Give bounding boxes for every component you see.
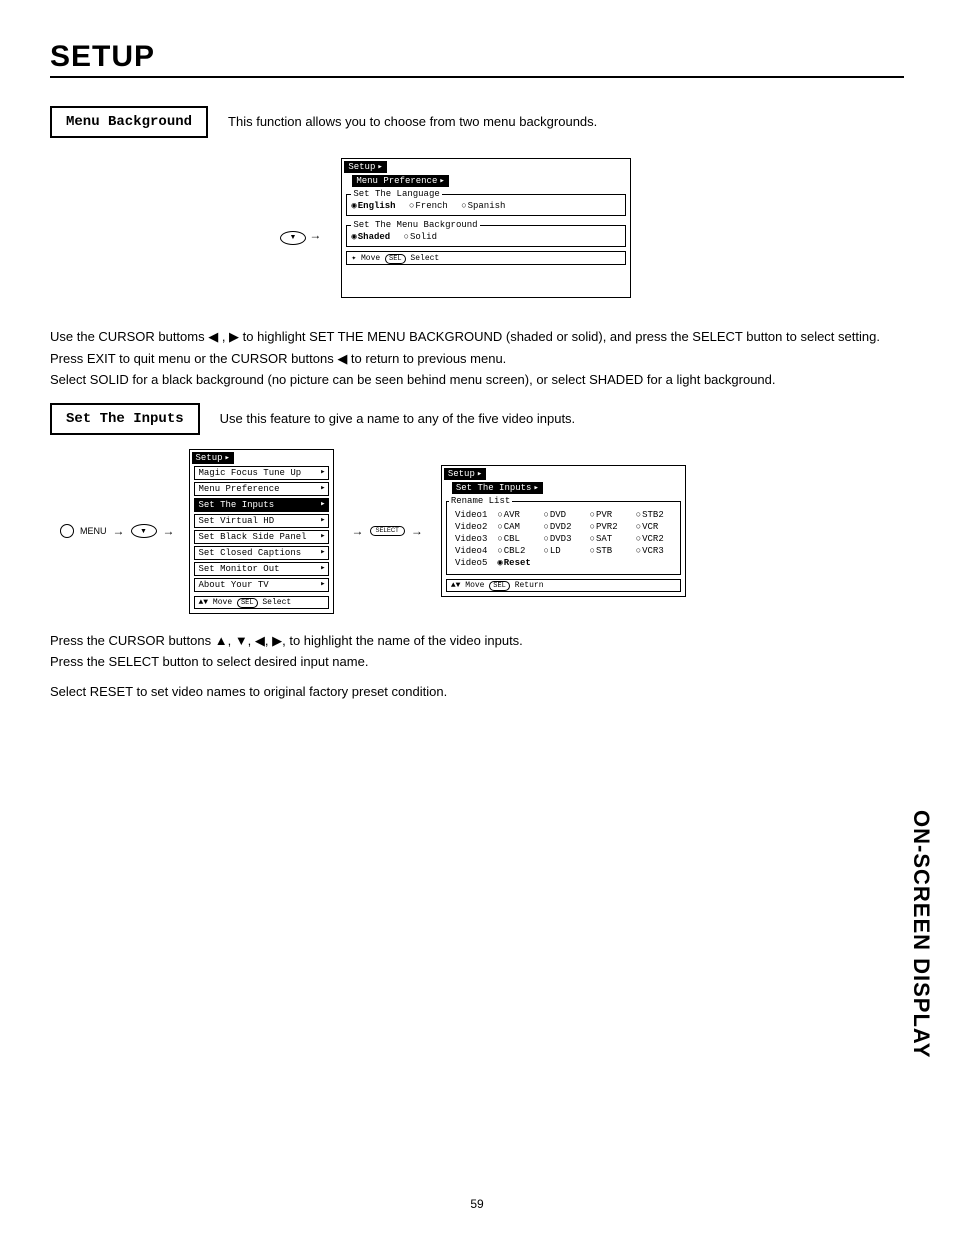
instruction-4: Press the CURSOR buttons ▲, ▼, ◀, ▶, to … [50, 632, 904, 650]
radio-french[interactable]: French [409, 201, 448, 211]
arrow-right-icon: → [411, 524, 423, 538]
sel-button-icon: SEL [489, 581, 510, 591]
remote-menu-label: MENU [80, 526, 107, 536]
section-desc-menu-background: This function allows you to choose from … [228, 106, 597, 129]
osd-subtitle: Menu Preference [352, 175, 448, 187]
footer-move: Move [465, 581, 484, 590]
sel-button-icon: SEL [237, 598, 258, 608]
rename-option[interactable]: CBL2 [497, 546, 525, 556]
figure-menu-preference: ▼ → Setup Menu Preference Set The Langua… [280, 158, 904, 298]
setup-list-item[interactable]: Set Monitor Out [194, 562, 329, 576]
move-icon: ▲▼ [199, 598, 209, 607]
footer-select: Select [262, 598, 291, 607]
rename-option[interactable]: SAT [590, 534, 618, 544]
instruction-3: Select SOLID for a black background (no … [50, 371, 904, 389]
fieldset-background: Set The Menu Background Shaded Solid [346, 220, 626, 247]
radio-spanish[interactable]: Spanish [461, 201, 505, 211]
osd-footer-setup-list: ▲▼ Move SEL Select [194, 596, 329, 609]
footer-move: Move [213, 598, 232, 607]
remote-down-button-icon: ▼ → [280, 228, 321, 245]
rename-row-label: Video2 [455, 522, 488, 532]
osd-footer-menu-pref: ✦ Move SEL Select [346, 251, 626, 265]
side-tab-label: ON-SCREEN DISPLAY [908, 810, 934, 1058]
setup-list-item[interactable]: Magic Focus Tune Up [194, 466, 329, 480]
figure-set-inputs: MENU → ▼ → Setup Magic Focus Tune Up Menu… [50, 449, 904, 614]
remote-select-button-icon: SELECT [370, 526, 405, 536]
setup-list-item[interactable]: Set Black Side Panel [194, 530, 329, 544]
legend-background: Set The Menu Background [351, 220, 479, 230]
rename-option[interactable]: PVR2 [590, 522, 618, 532]
setup-list-item[interactable]: Set Virtual HD [194, 514, 329, 528]
fieldset-rename: Rename List Video1 AVR DVD PVR STB2 Video2 CAM… [446, 496, 681, 575]
osd-title: Setup [344, 161, 386, 173]
rename-option[interactable]: DVD2 [543, 522, 571, 532]
instruction-2: Press EXIT to quit menu or the CURSOR bu… [50, 350, 904, 368]
instruction-5: Press the SELECT button to select desire… [50, 653, 904, 671]
rename-option[interactable]: CAM [497, 522, 525, 532]
legend-rename: Rename List [449, 496, 512, 506]
arrow-right-icon: → [309, 228, 321, 242]
arrow-right-icon: → [352, 524, 364, 538]
rename-row-label: Video1 [455, 510, 488, 520]
osd-title: Setup [192, 452, 234, 464]
remote-circle-icon [60, 524, 74, 538]
rename-option[interactable]: STB2 [636, 510, 664, 520]
osd-menu-preference: Setup Menu Preference Set The Language E… [341, 158, 631, 298]
page-number: 59 [0, 1197, 954, 1211]
osd-setup-list: Setup Magic Focus Tune Up Menu Preference… [189, 449, 334, 614]
osd-subtitle: Set The Inputs [452, 482, 543, 494]
move-icon: ✦ [351, 254, 356, 263]
section-label-menu-background: Menu Background [50, 106, 208, 138]
footer-move: Move [361, 254, 380, 263]
remote-button-down-icon: ▼ [280, 231, 306, 245]
remote-chain-left: MENU → ▼ → [60, 524, 175, 538]
footer-return: Return [515, 581, 544, 590]
setup-list-item[interactable]: About Your TV [194, 578, 329, 592]
rename-reset[interactable]: Reset [497, 558, 664, 568]
rename-row-label: Video4 [455, 546, 488, 556]
arrow-right-icon: → [163, 524, 175, 538]
rename-option[interactable]: STB [590, 546, 618, 556]
osd-title: Setup [444, 468, 486, 480]
fieldset-language: Set The Language English French Spanish [346, 189, 626, 216]
radio-shaded[interactable]: Shaded [351, 232, 390, 242]
setup-list-item[interactable]: Set Closed Captions [194, 546, 329, 560]
rename-option[interactable]: VCR2 [636, 534, 664, 544]
section-label-set-inputs: Set The Inputs [50, 403, 200, 435]
sel-button-icon: SEL [385, 254, 406, 264]
setup-list-item[interactable]: Menu Preference [194, 482, 329, 496]
section-set-inputs: Set The Inputs Use this feature to give … [50, 403, 904, 435]
osd-footer-rename: ▲▼ Move SEL Return [446, 579, 681, 592]
rename-option[interactable]: AVR [497, 510, 525, 520]
legend-language: Set The Language [351, 189, 441, 199]
remote-button-down-icon: ▼ [131, 524, 157, 538]
osd-rename-list: Setup Set The Inputs Rename List Video1 A… [441, 465, 686, 597]
rename-row-label: Video3 [455, 534, 488, 544]
arrow-right-icon: → [113, 524, 125, 538]
section-menu-background: Menu Background This function allows you… [50, 106, 904, 138]
radio-english[interactable]: English [351, 201, 395, 211]
remote-chain-middle: → SELECT → [352, 524, 423, 538]
instruction-1: Use the CURSOR buttoms ◀ , ▶ to highligh… [50, 328, 904, 346]
rename-option[interactable]: DVD3 [543, 534, 571, 544]
rename-option[interactable]: DVD [543, 510, 571, 520]
rename-row-label: Video5 [455, 558, 488, 568]
page-title: SETUP [50, 40, 904, 78]
rename-option[interactable]: CBL [497, 534, 525, 544]
rename-option[interactable]: VCR [636, 522, 664, 532]
instruction-6: Select RESET to set video names to origi… [50, 683, 904, 701]
rename-option[interactable]: VCR3 [636, 546, 664, 556]
footer-select: Select [410, 254, 439, 263]
rename-option[interactable]: PVR [590, 510, 618, 520]
radio-solid[interactable]: Solid [404, 232, 437, 242]
section-desc-set-inputs: Use this feature to give a name to any o… [220, 403, 576, 426]
move-icon: ▲▼ [451, 581, 461, 590]
rename-option[interactable]: LD [543, 546, 571, 556]
setup-list-item[interactable]: Set The Inputs [194, 498, 329, 512]
